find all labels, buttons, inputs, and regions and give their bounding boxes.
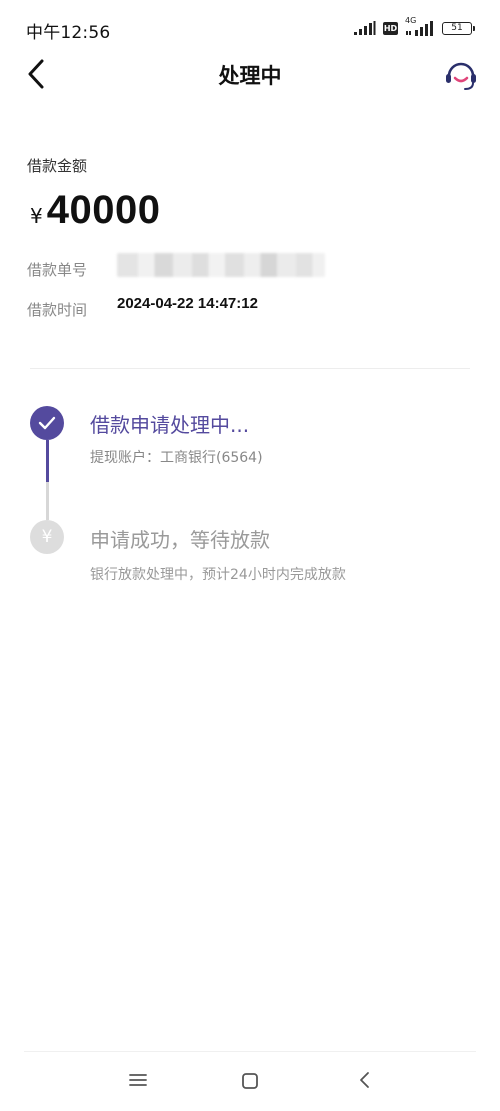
step-active-indicator: [30, 406, 64, 440]
signal-4g-icon: [406, 21, 433, 36]
currency-symbol: ¥: [30, 204, 43, 228]
status-indicators: HD 4G 51: [354, 16, 475, 37]
battery-icon: 51: [442, 21, 475, 35]
system-nav-divider: [24, 1051, 476, 1052]
yen-icon: ¥: [30, 520, 64, 554]
loan-time-label: 借款时间: [27, 301, 88, 319]
system-back-button[interactable]: [357, 1070, 371, 1090]
timeline-line-inactive: [45, 482, 49, 520]
customer-service-button[interactable]: [441, 54, 481, 94]
home-icon: [242, 1073, 258, 1089]
loan-amount: 40000: [46, 188, 161, 232]
hd-badge: HD: [383, 21, 398, 35]
status-time: 中午12:56: [26, 23, 111, 43]
step-2-subtitle: 银行放款处理中，预计24小时内完成放款: [90, 567, 346, 583]
step-1-title: 借款申请处理中...: [90, 413, 250, 437]
back-icon: [360, 1072, 369, 1088]
system-menu-button[interactable]: [128, 1071, 148, 1089]
loan-time-value: 2024-04-22 14:47:12: [117, 295, 258, 312]
network-signal: 4G: [405, 16, 435, 37]
amount-row: ¥ 40000: [30, 188, 160, 233]
section-divider: [30, 368, 470, 369]
order-number-redacted: [117, 253, 325, 277]
system-home-button[interactable]: [241, 1072, 259, 1090]
headset-icon: [446, 62, 476, 90]
step-1-subtitle: 提现账户：工商银行(6564): [90, 450, 263, 466]
check-icon: [38, 416, 56, 430]
page-title: 处理中: [218, 64, 282, 88]
step-2-title: 申请成功，等待放款: [90, 528, 270, 552]
order-number-label: 借款单号: [27, 261, 88, 279]
menu-icon: [129, 1074, 147, 1086]
amount-label: 借款金额: [27, 157, 88, 175]
signal-icon: [354, 21, 376, 35]
timeline-line-active: [45, 440, 49, 482]
